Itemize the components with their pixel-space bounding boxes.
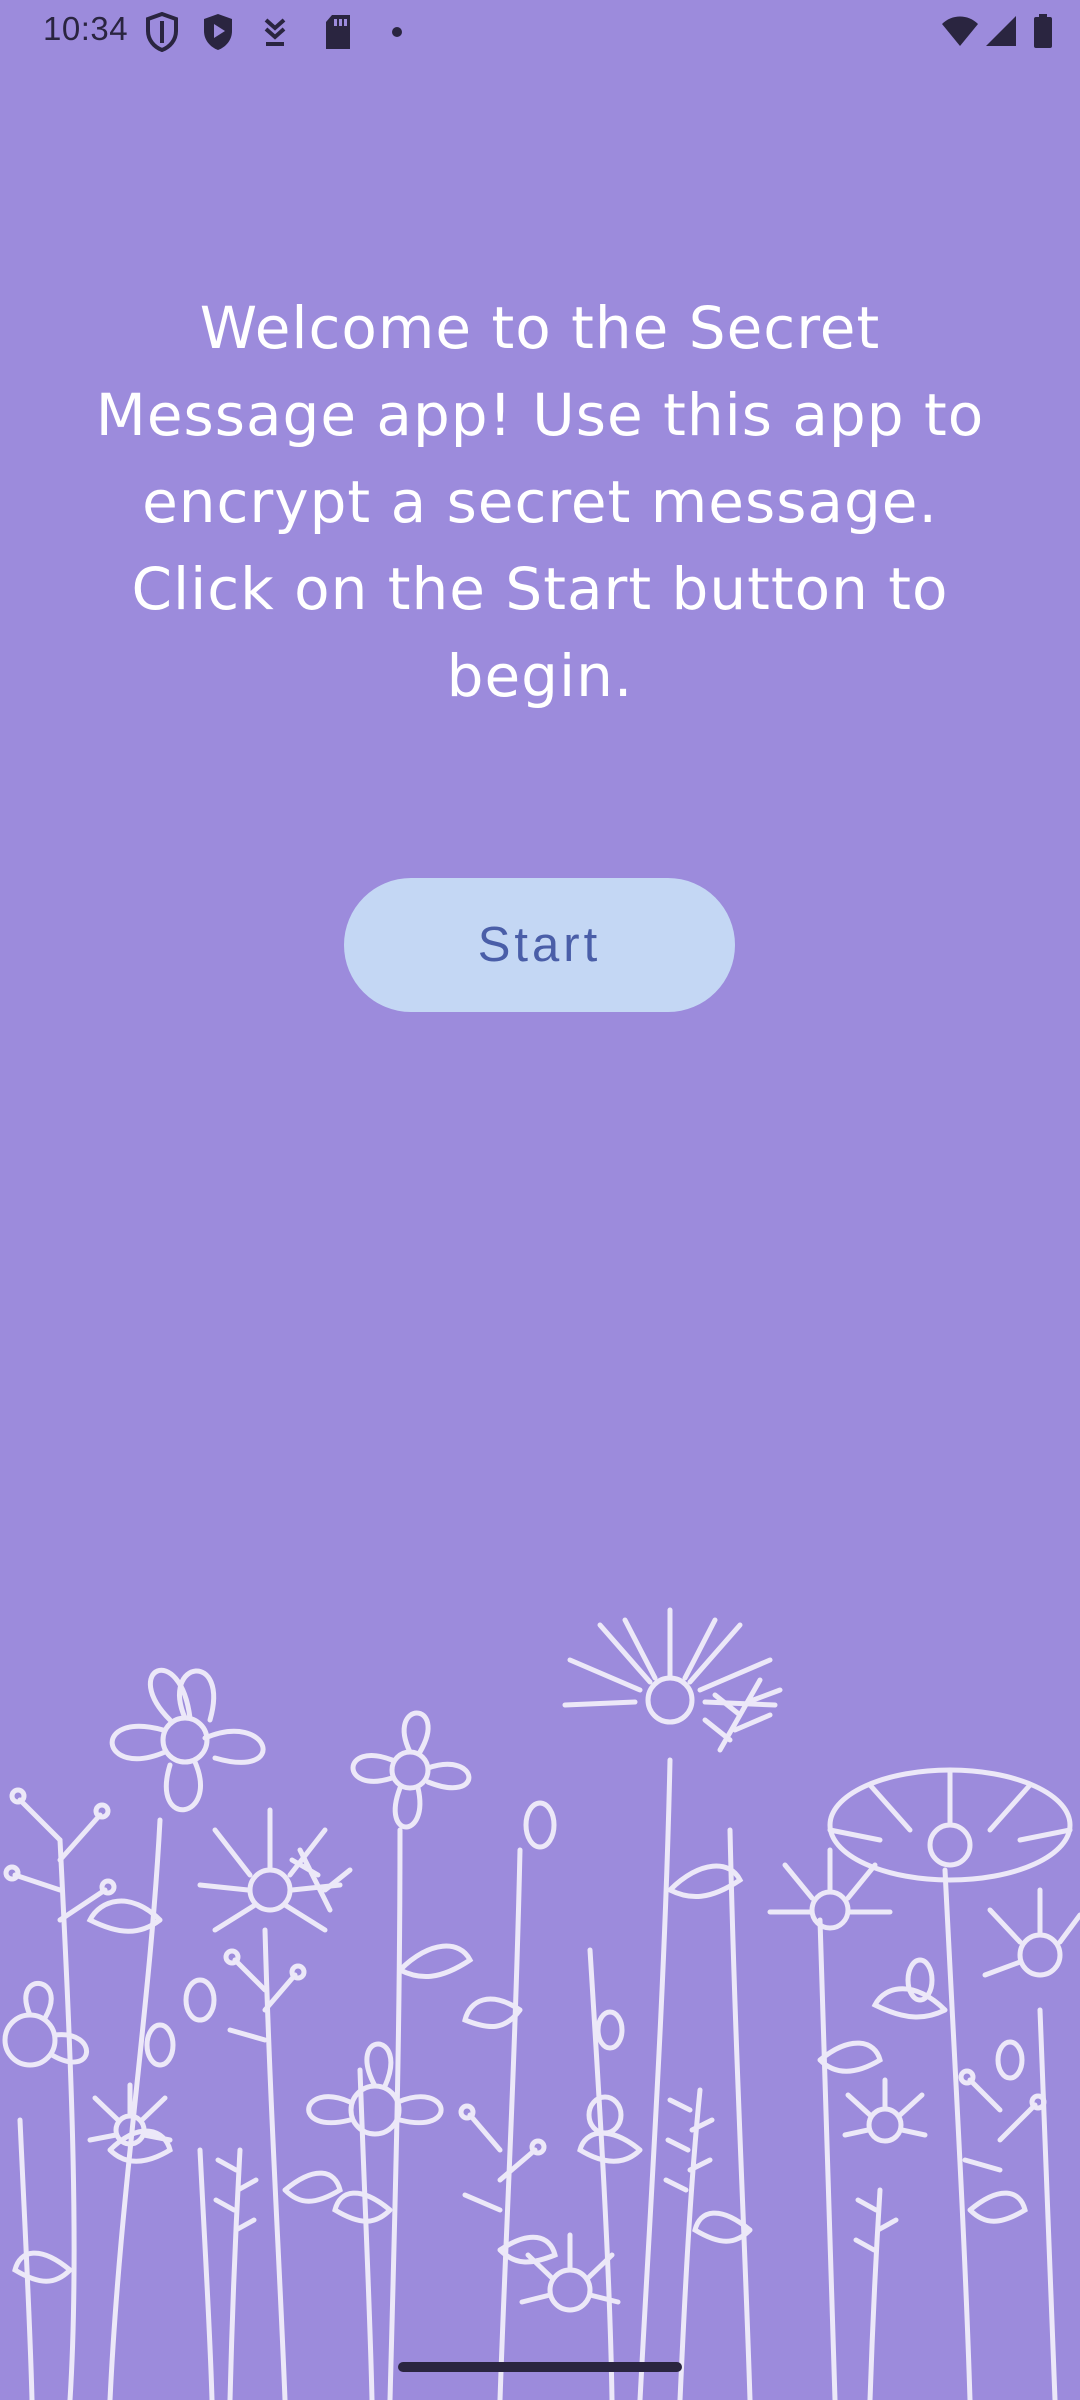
- download-arrow-icon: [264, 18, 286, 46]
- wildflower-illustration: [2, 1607, 1080, 2400]
- status-bar: 10:34: [0, 0, 1080, 64]
- battery-icon: [1034, 14, 1052, 48]
- status-time: 10:34: [43, 10, 129, 47]
- start-button[interactable]: Start: [344, 878, 735, 1012]
- signal-icon: [986, 16, 1016, 46]
- status-icons-right: [940, 12, 1080, 52]
- dot-icon: [392, 27, 402, 37]
- shield-play-icon: [204, 14, 232, 50]
- welcome-message: Welcome to the Secret Message app! Use t…: [95, 294, 985, 710]
- sd-card-icon: [326, 15, 350, 49]
- home-indicator[interactable]: [398, 2362, 682, 2372]
- shield-outline-icon: [146, 12, 178, 52]
- wifi-icon: [942, 16, 978, 46]
